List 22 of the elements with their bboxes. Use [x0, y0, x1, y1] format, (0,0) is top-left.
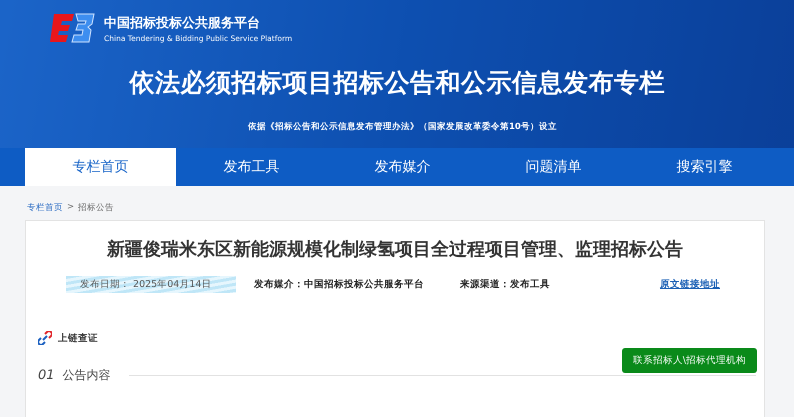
publish-media: 发布媒介：中国招标投标公共服务平台 — [254, 278, 424, 291]
nav-tab[interactable]: 问题清单 — [478, 148, 629, 186]
link-icon — [38, 331, 52, 345]
chain-verify-link[interactable]: 上链查证 — [58, 332, 98, 344]
original-link[interactable]: 原文链接地址 — [660, 278, 720, 291]
nav-tab[interactable]: 专栏首页 — [25, 148, 176, 186]
basis-text: 依据《招标公告和公示信息发布管理办法》（国家发展改革委令第10号）设立 — [247, 120, 558, 133]
notice-title: 新疆俊瑞米东区新能源规模化制绿氢项目全过程项目管理、监理招标公告 — [106, 238, 684, 261]
logo-icon — [48, 12, 96, 44]
banner-title: 依法必须招标项目招标公告和公示信息发布专栏 — [128, 67, 666, 99]
breadcrumb-link[interactable]: 专栏首页 — [27, 202, 63, 214]
section-number: 01 — [38, 368, 55, 383]
publish-date: 发布日期： 2025年04月14日 — [66, 276, 236, 293]
section-title: 公告内容 — [62, 367, 111, 384]
source-channel: 来源渠道：发布工具 — [460, 278, 550, 291]
breadcrumb-separator: > — [67, 202, 74, 214]
breadcrumb-current: 招标公告 — [78, 202, 114, 214]
nav-tab[interactable]: 发布媒介 — [327, 148, 478, 186]
platform-name: 中国招标投标公共服务平台 — [104, 14, 261, 32]
nav-tab[interactable]: 搜索引擎 — [629, 148, 780, 186]
nav-tab[interactable]: 发布工具 — [176, 148, 327, 186]
contact-button[interactable]: 联系招标人\招标代理机构 — [622, 348, 757, 373]
